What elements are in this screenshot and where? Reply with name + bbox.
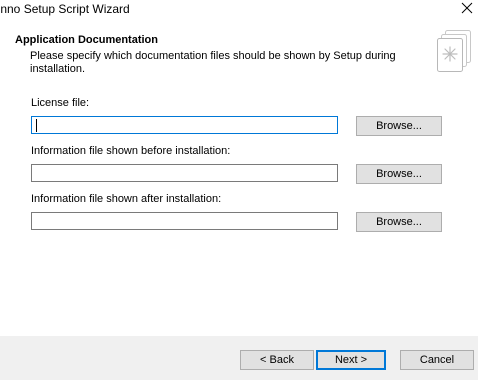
back-button[interactable]: < Back <box>240 350 314 370</box>
license-file-input[interactable] <box>31 116 338 134</box>
close-icon[interactable] <box>456 0 478 18</box>
info-after-input[interactable] <box>31 212 338 230</box>
info-before-label: Information file shown before installati… <box>31 145 231 157</box>
info-after-browse-button[interactable]: Browse... <box>356 212 442 232</box>
license-browse-button[interactable]: Browse... <box>356 116 442 136</box>
info-after-label: Information file shown after installatio… <box>31 193 222 205</box>
page-title: Application Documentation <box>15 34 158 46</box>
wizard-footer: < Back Next > Cancel <box>0 336 478 380</box>
info-before-browse-button[interactable]: Browse... <box>356 164 442 184</box>
page-description: Please specify which documentation files… <box>30 50 396 75</box>
documents-icon <box>436 28 474 76</box>
license-file-label: License file: <box>31 97 90 109</box>
wizard-window: Inno Setup Script Wizard Application Doc… <box>0 0 478 380</box>
info-before-input[interactable] <box>31 164 338 182</box>
wizard-header: Application Documentation Please specify… <box>0 20 478 84</box>
text-caret <box>36 119 37 132</box>
window-title: Inno Setup Script Wizard <box>0 2 130 16</box>
cancel-button[interactable]: Cancel <box>400 350 474 370</box>
next-button[interactable]: Next > <box>316 350 386 370</box>
title-bar: Inno Setup Script Wizard <box>0 0 478 20</box>
